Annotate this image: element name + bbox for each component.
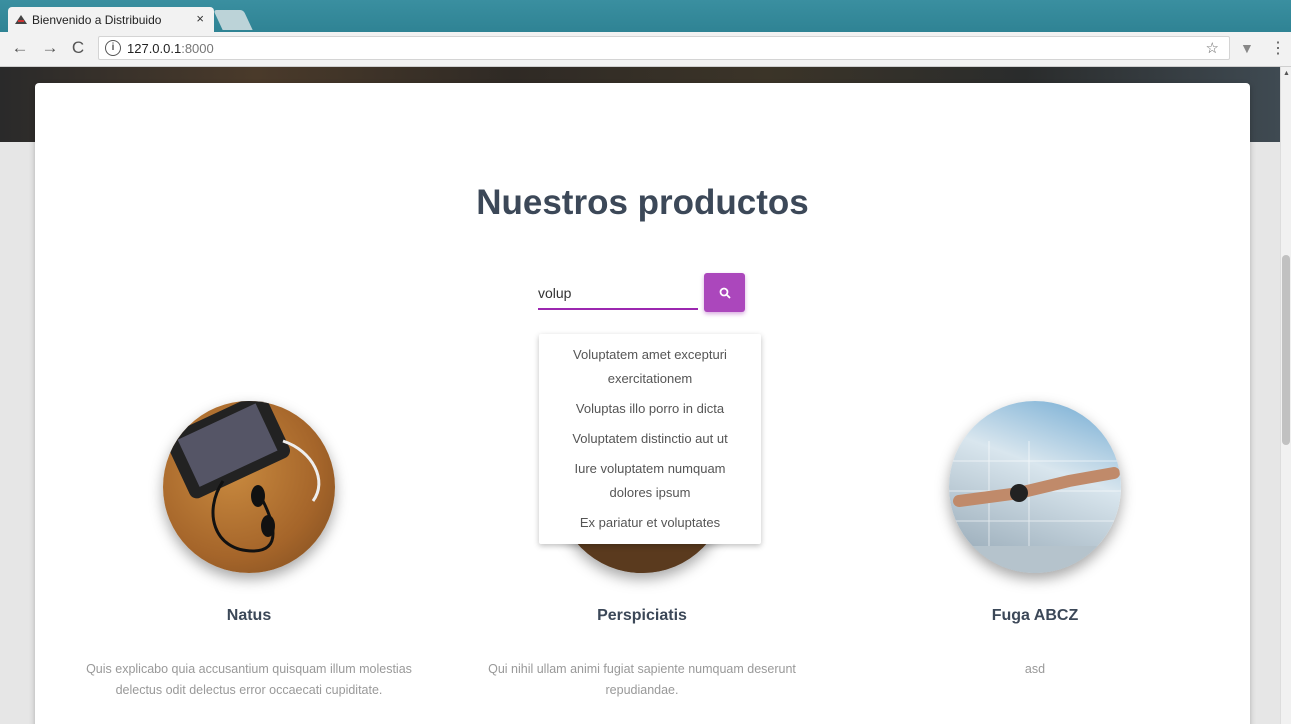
suggestion-item[interactable]: Voluptatem amet excepturi exercitationem [539,340,761,394]
suggestion-item[interactable]: Ex pariatur et voluptates [539,508,761,538]
suggestion-item[interactable]: Iure voluptatem numquam dolores ipsum [539,454,761,508]
product-name: Natus [226,607,272,624]
tab-strip: Bienvenido a Distribuido × [0,0,1291,32]
suggestion-item[interactable]: Voluptatem distinctio aut ut [539,424,761,454]
search-icon [719,287,731,299]
scrollbar-thumb[interactable] [1282,255,1290,445]
page-viewport: Nuestros productos Voluptatem amet excep… [0,67,1280,724]
products-section: Nuestros productos Voluptatem amet excep… [35,83,1250,724]
bookmark-star-icon[interactable]: ☆ [1206,39,1219,57]
url-port: :8000 [181,40,214,56]
product-image[interactable] [949,401,1121,573]
tab-close-icon[interactable]: × [196,11,204,26]
product-name: Perspiciatis [597,607,687,624]
product-description: asd [1024,662,1046,676]
new-tab-button[interactable] [213,10,253,30]
scroll-up-arrow-icon[interactable]: ▲ [1283,70,1290,77]
swimmer-photo [949,441,1121,573]
back-button[interactable]: ← [10,38,30,58]
product-description: Quis explicabo quia accusantium quisquam… [86,662,412,697]
product-description: Qui nihil ullam animi fugiat sapiente nu… [488,662,796,697]
suggestion-item[interactable]: Voluptas illo porro in dicta [539,394,761,424]
site-info-icon[interactable]: i [105,40,121,56]
url-text: 127.0.0.1:8000 [127,41,214,56]
browser-toolbar: ← → C i 127.0.0.1:8000 ☆ [0,32,1291,67]
site-favicon-icon [15,15,27,24]
reload-button[interactable]: C [68,38,88,58]
forward-button[interactable]: → [40,38,60,58]
page-title: Nuestros productos [476,183,809,222]
browser-tab[interactable]: Bienvenido a Distribuido × [8,7,214,32]
browser-menu-icon[interactable]: ⋮ [1270,38,1286,58]
search-input[interactable] [538,278,698,310]
product-card: Fuga ABCZ asd [855,401,1215,680]
earphones-photo [165,401,321,553]
search-suggestions: Voluptatem amet excepturi exercitationem… [539,334,761,544]
extension-icon[interactable]: ▼ [1240,40,1254,56]
product-card: Natus Quis explicabo quia accusantium qu… [69,401,429,701]
url-host: 127.0.0.1 [127,40,182,56]
address-bar[interactable]: i 127.0.0.1:8000 ☆ [98,36,1230,60]
product-image[interactable] [163,401,335,573]
tab-title: Bienvenido a Distribuido [32,12,162,27]
search-button[interactable] [704,273,745,312]
product-name: Fuga ABCZ [991,607,1079,624]
